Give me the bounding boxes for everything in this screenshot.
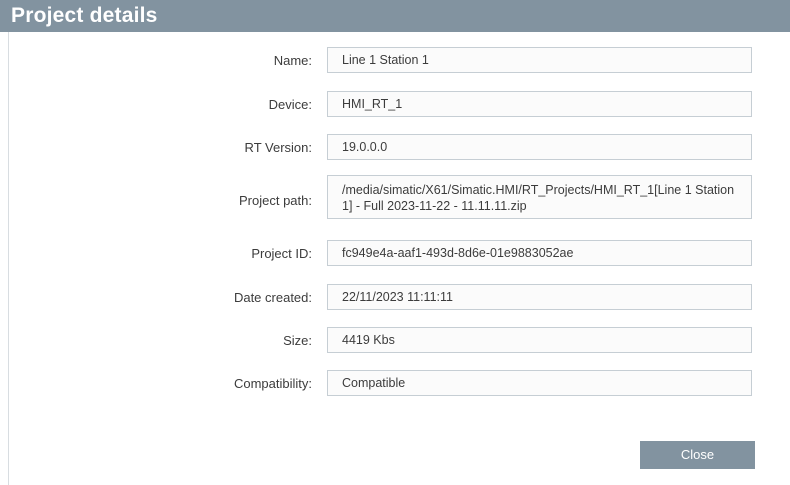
project-path-field[interactable]: /media/simatic/X61/Simatic.HMI/RT_Projec… [327, 175, 752, 219]
compatibility-field[interactable]: Compatible [327, 370, 752, 396]
project-id-field[interactable]: fc949e4a-aaf1-493d-8d6e-01e9883052ae [327, 240, 752, 266]
project-path-label: Project path: [239, 193, 312, 208]
name-field[interactable]: Line 1 Station 1 [327, 47, 752, 73]
device-label: Device: [268, 97, 312, 112]
date-created-field[interactable]: 22/11/2023 11:11:11 [327, 284, 752, 310]
dialog-left-border [8, 32, 9, 485]
close-button[interactable]: Close [640, 441, 755, 469]
dialog-titlebar: Project details [0, 0, 790, 32]
size-field[interactable]: 4419 Kbs [327, 327, 752, 353]
device-field[interactable]: HMI_RT_1 [327, 91, 752, 117]
rt-version-label: RT Version: [244, 140, 312, 155]
name-label: Name: [273, 53, 312, 68]
date-created-label: Date created: [233, 290, 312, 305]
project-details-dialog: Project details Name: Line 1 Station 1 D… [0, 0, 790, 485]
size-label: Size: [283, 333, 312, 348]
rt-version-field[interactable]: 19.0.0.0 [327, 134, 752, 160]
project-id-label: Project ID: [251, 246, 312, 261]
dialog-title: Project details [11, 4, 158, 27]
compatibility-label: Compatibility: [233, 376, 312, 391]
